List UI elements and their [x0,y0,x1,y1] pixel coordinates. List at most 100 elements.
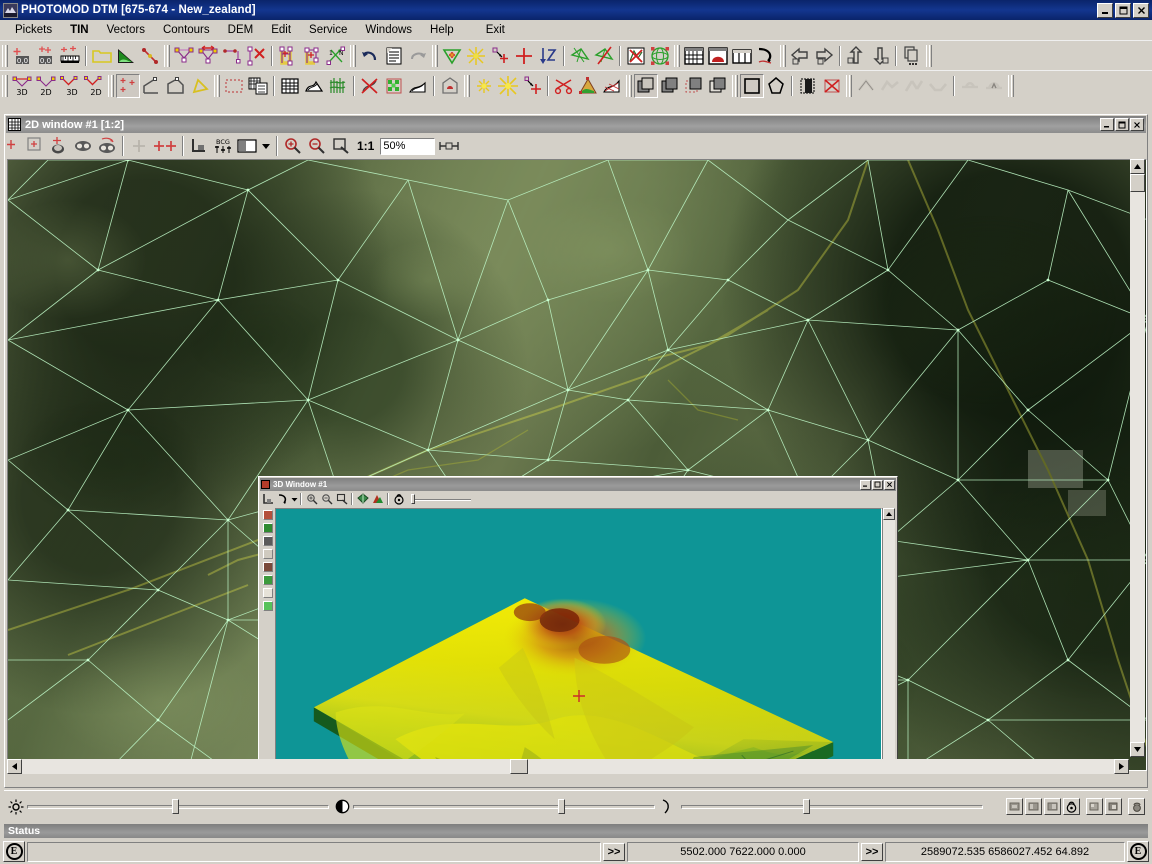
scale-ratio-label[interactable]: 1:1 [353,139,378,153]
shade-mode-icon[interactable] [355,492,370,506]
scroll-down-button[interactable] [1130,742,1145,757]
tin-filter-icon[interactable] [568,44,592,68]
palette-swatch-3[interactable] [263,536,273,546]
zoom-fit-icon[interactable] [329,134,353,158]
toolbar2-grip-4[interactable] [464,74,470,97]
vertex-mode-3-icon[interactable] [902,74,926,98]
menu-item-edit[interactable]: Edit [262,22,300,38]
toolbar-grip-2[interactable] [164,44,170,67]
pick-node-icon[interactable] [520,74,544,98]
nav-down-icon[interactable] [868,44,892,68]
zoom-fit-icon[interactable] [334,492,349,506]
menu-item-windows[interactable]: Windows [356,22,421,38]
cut-pickets-3d-icon[interactable]: 3D [58,74,82,98]
picket-ruler-icon[interactable] [58,44,82,68]
window-3d-close-button[interactable] [884,479,895,490]
edit-mode-badge-left[interactable]: E [3,841,25,862]
scroll-left-button[interactable] [7,759,22,774]
crosshair-icon[interactable] [512,44,536,68]
copy-layers-icon[interactable] [246,74,270,98]
lock-aspect-button[interactable] [1063,798,1080,815]
vertical-scroll-thumb[interactable] [1130,174,1145,192]
menu-item-dem[interactable]: DEM [219,22,263,38]
gamma-slider-thumb[interactable] [803,799,810,814]
tin-filter-cut-icon[interactable] [592,44,616,68]
add-node-icon[interactable] [488,44,512,68]
tin-delete-all-icon[interactable] [624,44,648,68]
layer-toggle-1-button[interactable] [1086,798,1103,815]
horizontal-scroll-thumb[interactable] [510,759,528,774]
window-3d-title-bar[interactable]: 3D Window #1 [260,478,896,491]
brightness-slider[interactable] [27,799,329,814]
menu-item-exit[interactable]: Exit [477,22,514,38]
dem-smooth-icon[interactable] [406,74,430,98]
canvas-2d-vertical-scrollbar[interactable] [1130,159,1145,757]
tin-triangle-icon[interactable] [440,44,464,68]
view-mode-3-button[interactable] [1044,798,1061,815]
measure-icon[interactable] [437,134,461,158]
vertex-mode-2-icon[interactable] [878,74,902,98]
pickets-3d-icon[interactable]: 3D [10,74,34,98]
zoom-out-icon[interactable] [319,492,334,506]
palette-select-icon[interactable] [235,134,259,158]
canvas-2d-horizontal-scrollbar[interactable] [7,759,1129,774]
pickets-2d-icon[interactable]: 2D [34,74,58,98]
tin-highlight-2-icon[interactable] [300,44,324,68]
gamma-slider[interactable] [681,799,983,814]
canvas-2d[interactable]: 3D Window #1 [7,159,1147,771]
delete-cross-icon[interactable] [820,74,844,98]
zoom-in-icon[interactable] [304,492,319,506]
menu-item-help[interactable]: Help [421,22,463,38]
corner-align-icon[interactable] [187,134,211,158]
options-button[interactable] [1128,798,1145,815]
arc-mode-2-icon[interactable] [982,74,1006,98]
fill-bar-icon[interactable] [796,74,820,98]
dem-green-icon[interactable] [382,74,406,98]
toolbar2-grip-3[interactable] [214,74,220,97]
node-star-small-icon[interactable] [472,74,496,98]
window-2d-title-bar[interactable]: 2D window #1 [1:2] [6,116,1146,133]
toolbar2-grip[interactable] [2,74,8,97]
house-poly-icon[interactable] [438,74,462,98]
expand-geo-coords-button[interactable]: >> [861,842,883,861]
shape-square-icon[interactable] [740,73,764,98]
arc-mode-1-icon[interactable] [958,74,982,98]
profile-graph-icon[interactable] [114,44,138,68]
window-3d-minimize-button[interactable] [860,479,871,490]
polyline-open-icon[interactable] [140,74,164,98]
star-node-icon[interactable] [464,44,488,68]
move-picket-icon[interactable]: 0,0 [34,44,58,68]
tin-renumber-icon[interactable]: 1 N [324,44,348,68]
menu-item-pickets[interactable]: Pickets [6,22,61,38]
center-marker-icon[interactable] [23,134,47,158]
terrain-mesh-icon[interactable] [600,74,624,98]
scroll-up-button[interactable] [1130,159,1145,174]
toolbar2-grip-7[interactable] [846,74,852,97]
grid-dem-icon[interactable] [278,74,302,98]
bcg-adjust-icon[interactable]: BCG [211,134,235,158]
layers-solid-icon[interactable] [658,74,682,98]
window-2d-close-button[interactable] [1130,118,1144,131]
palette-swatch-7[interactable] [263,588,273,598]
view-mode-2-button[interactable] [1025,798,1042,815]
polyline-points-icon[interactable] [138,44,162,68]
toolbar2-grip-5[interactable] [626,74,632,97]
palette-swatch-4[interactable] [263,549,273,559]
vertical-scroll-track[interactable] [1130,174,1145,742]
palette-swatch-6[interactable] [263,575,273,585]
curve-hook-icon[interactable] [275,492,290,506]
menu-item-service[interactable]: Service [300,22,356,38]
contrast-slider-thumb[interactable] [558,799,565,814]
nav-forward-icon[interactable] [812,44,836,68]
corner-ref-icon[interactable] [260,492,275,506]
triangle-yellow-icon[interactable] [188,74,212,98]
select-rect-icon[interactable] [222,74,246,98]
window-2d-maximize-button[interactable] [1115,118,1129,131]
terrain-tri-icon[interactable] [576,74,600,98]
layers-front-icon[interactable] [634,73,658,98]
single-point-icon[interactable] [127,134,151,158]
maximize-button[interactable] [1115,2,1131,18]
curve-dropdown-icon[interactable] [290,492,298,506]
tile-windows-icon[interactable] [730,44,754,68]
cut-pickets-2d-icon[interactable]: 2D [82,74,106,98]
